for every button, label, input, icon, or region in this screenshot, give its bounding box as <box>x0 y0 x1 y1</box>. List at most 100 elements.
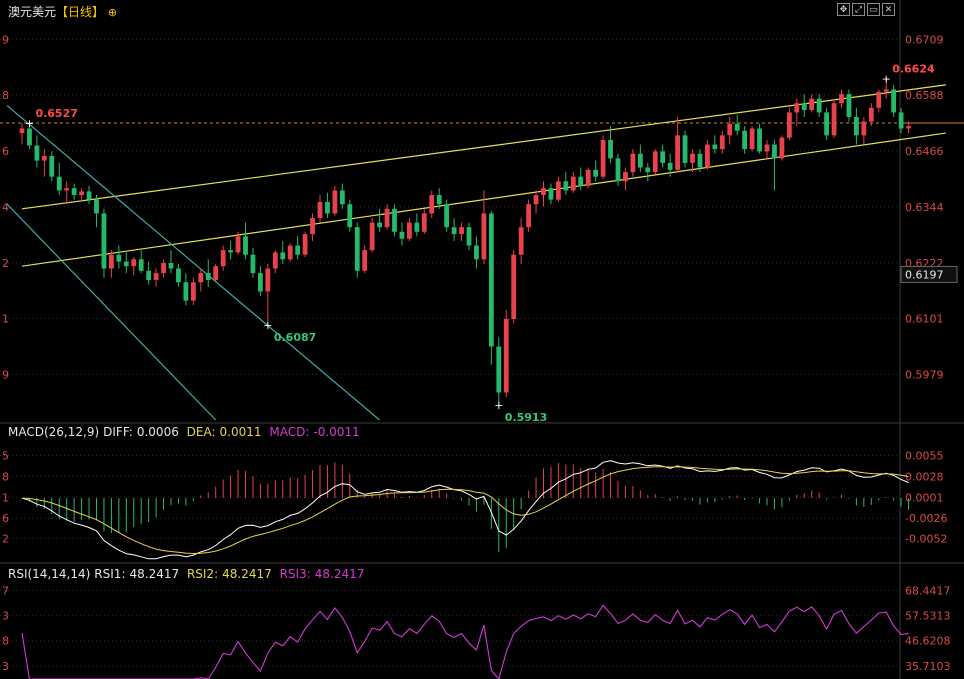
rsi3-name: RSI3 <box>279 567 307 581</box>
diff-value: 0.0006 <box>136 425 179 439</box>
candle-body <box>637 153 643 168</box>
price-axis-tick: 0.6344 <box>905 201 944 214</box>
candle-body <box>27 128 32 146</box>
candle-body <box>407 222 412 239</box>
candle-body <box>377 222 382 228</box>
channel-upper <box>21 84 946 210</box>
candle-body <box>794 103 800 113</box>
candle-body <box>742 130 748 150</box>
candle-body <box>854 117 859 136</box>
left-axis-tick: 7 <box>2 584 9 597</box>
annotation-marker: + <box>882 72 891 85</box>
left-axis-tick: 6 <box>2 512 9 525</box>
candle-body <box>302 234 308 255</box>
candle-body <box>272 252 278 269</box>
candle-body <box>287 245 293 260</box>
candle-body <box>615 158 621 182</box>
price-axis-tick: 0.6709 <box>905 33 944 46</box>
left-axis-tick: 8 <box>2 89 9 102</box>
close-icon[interactable]: ✕ <box>882 3 895 16</box>
candle-body <box>503 319 509 393</box>
candle-body <box>168 262 174 269</box>
chart-title: 澳元美元【日线】 ⊕ <box>8 3 117 20</box>
left-axis-tick: 3 <box>2 660 9 673</box>
left-axis-tick: 4 <box>2 201 9 214</box>
candle-body <box>511 254 517 319</box>
candle-body <box>801 103 807 111</box>
rsi-line <box>21 604 909 679</box>
candle-body <box>190 282 196 301</box>
candle-body <box>481 213 487 260</box>
candle-body <box>123 261 129 267</box>
candle-body <box>712 144 718 150</box>
candle-body <box>325 201 330 214</box>
candle-body <box>399 231 405 239</box>
rsi-axis-tick: 35.7103 <box>905 660 951 673</box>
candle-body <box>243 236 248 255</box>
left-axis-tick: 2 <box>2 257 9 270</box>
price-axis-tick: 0.5979 <box>905 369 944 382</box>
macd-axis-tick: 0.0001 <box>905 491 944 504</box>
candle-body <box>138 259 144 271</box>
left-axis-tick: 5 <box>2 449 9 462</box>
candle-body <box>86 191 92 200</box>
candle-body <box>19 128 25 134</box>
candle-body <box>414 222 420 232</box>
symbol-name: 澳元美元 <box>8 5 57 19</box>
candle-body <box>541 188 546 196</box>
candle-body <box>906 126 911 129</box>
candle-body <box>116 254 122 262</box>
candle-body <box>49 156 55 177</box>
candle-body <box>719 135 725 150</box>
window-icon[interactable]: ▭ <box>867 3 880 16</box>
expand-icon[interactable]: ⤢ <box>852 3 865 16</box>
candle-body <box>749 128 755 150</box>
candle-body <box>228 250 233 253</box>
chart-workspace[interactable]: 0.6709 9 0.6588 8 0.6466 6 0.6344 4 0.6222 2 0.610… <box>0 0 964 679</box>
left-axis-tick: 8 <box>2 470 9 483</box>
candle-body <box>220 250 226 267</box>
candle-body <box>585 169 591 186</box>
rsi2-name: RSI2 <box>186 567 215 581</box>
macd-axis-tick: -0.0052 <box>905 532 947 545</box>
candle-body <box>772 144 777 159</box>
candle-body <box>690 153 695 163</box>
candle-body <box>183 282 189 301</box>
candle-body <box>809 98 815 111</box>
period-label[interactable]: 【日线】 <box>56 5 104 19</box>
candle-body <box>369 222 375 251</box>
candle-body <box>563 181 569 191</box>
candle-body <box>94 199 99 214</box>
move-icon[interactable]: ✥ <box>837 3 850 16</box>
left-axis-tick: 1 <box>2 491 9 504</box>
candle-body <box>488 213 494 347</box>
candle-body <box>839 94 844 104</box>
rsi-axis-tick: 46.6208 <box>905 635 951 648</box>
candle-body <box>310 218 315 235</box>
candle-body <box>861 121 867 136</box>
left-axis-tick: 9 <box>2 369 9 382</box>
circle-plus-icon[interactable]: ⊕ <box>108 6 117 19</box>
rsi2-value: 48.2417 <box>222 567 272 581</box>
candle-body <box>198 273 204 283</box>
dea-value: 0.0011 <box>219 425 262 439</box>
candle-body <box>280 252 286 260</box>
candle-body <box>608 139 613 159</box>
diff-name: DIFF <box>103 425 129 439</box>
candle-body <box>824 112 829 136</box>
macd-diff-line <box>21 460 909 560</box>
left-axis-tick: 3 <box>2 610 9 623</box>
candle-body <box>630 153 636 173</box>
candle-body <box>883 89 889 92</box>
macd-dea-line <box>21 466 909 555</box>
candle-body <box>258 273 263 292</box>
candle-body <box>101 213 107 269</box>
candle-body <box>779 137 785 159</box>
candle-body <box>526 204 531 228</box>
candle-body <box>623 172 628 182</box>
candle-body <box>146 270 152 280</box>
candle-body <box>444 204 450 228</box>
candle-body <box>496 346 502 393</box>
candle-body <box>295 245 301 255</box>
annotation-high-label: 0.6527 <box>35 107 77 120</box>
